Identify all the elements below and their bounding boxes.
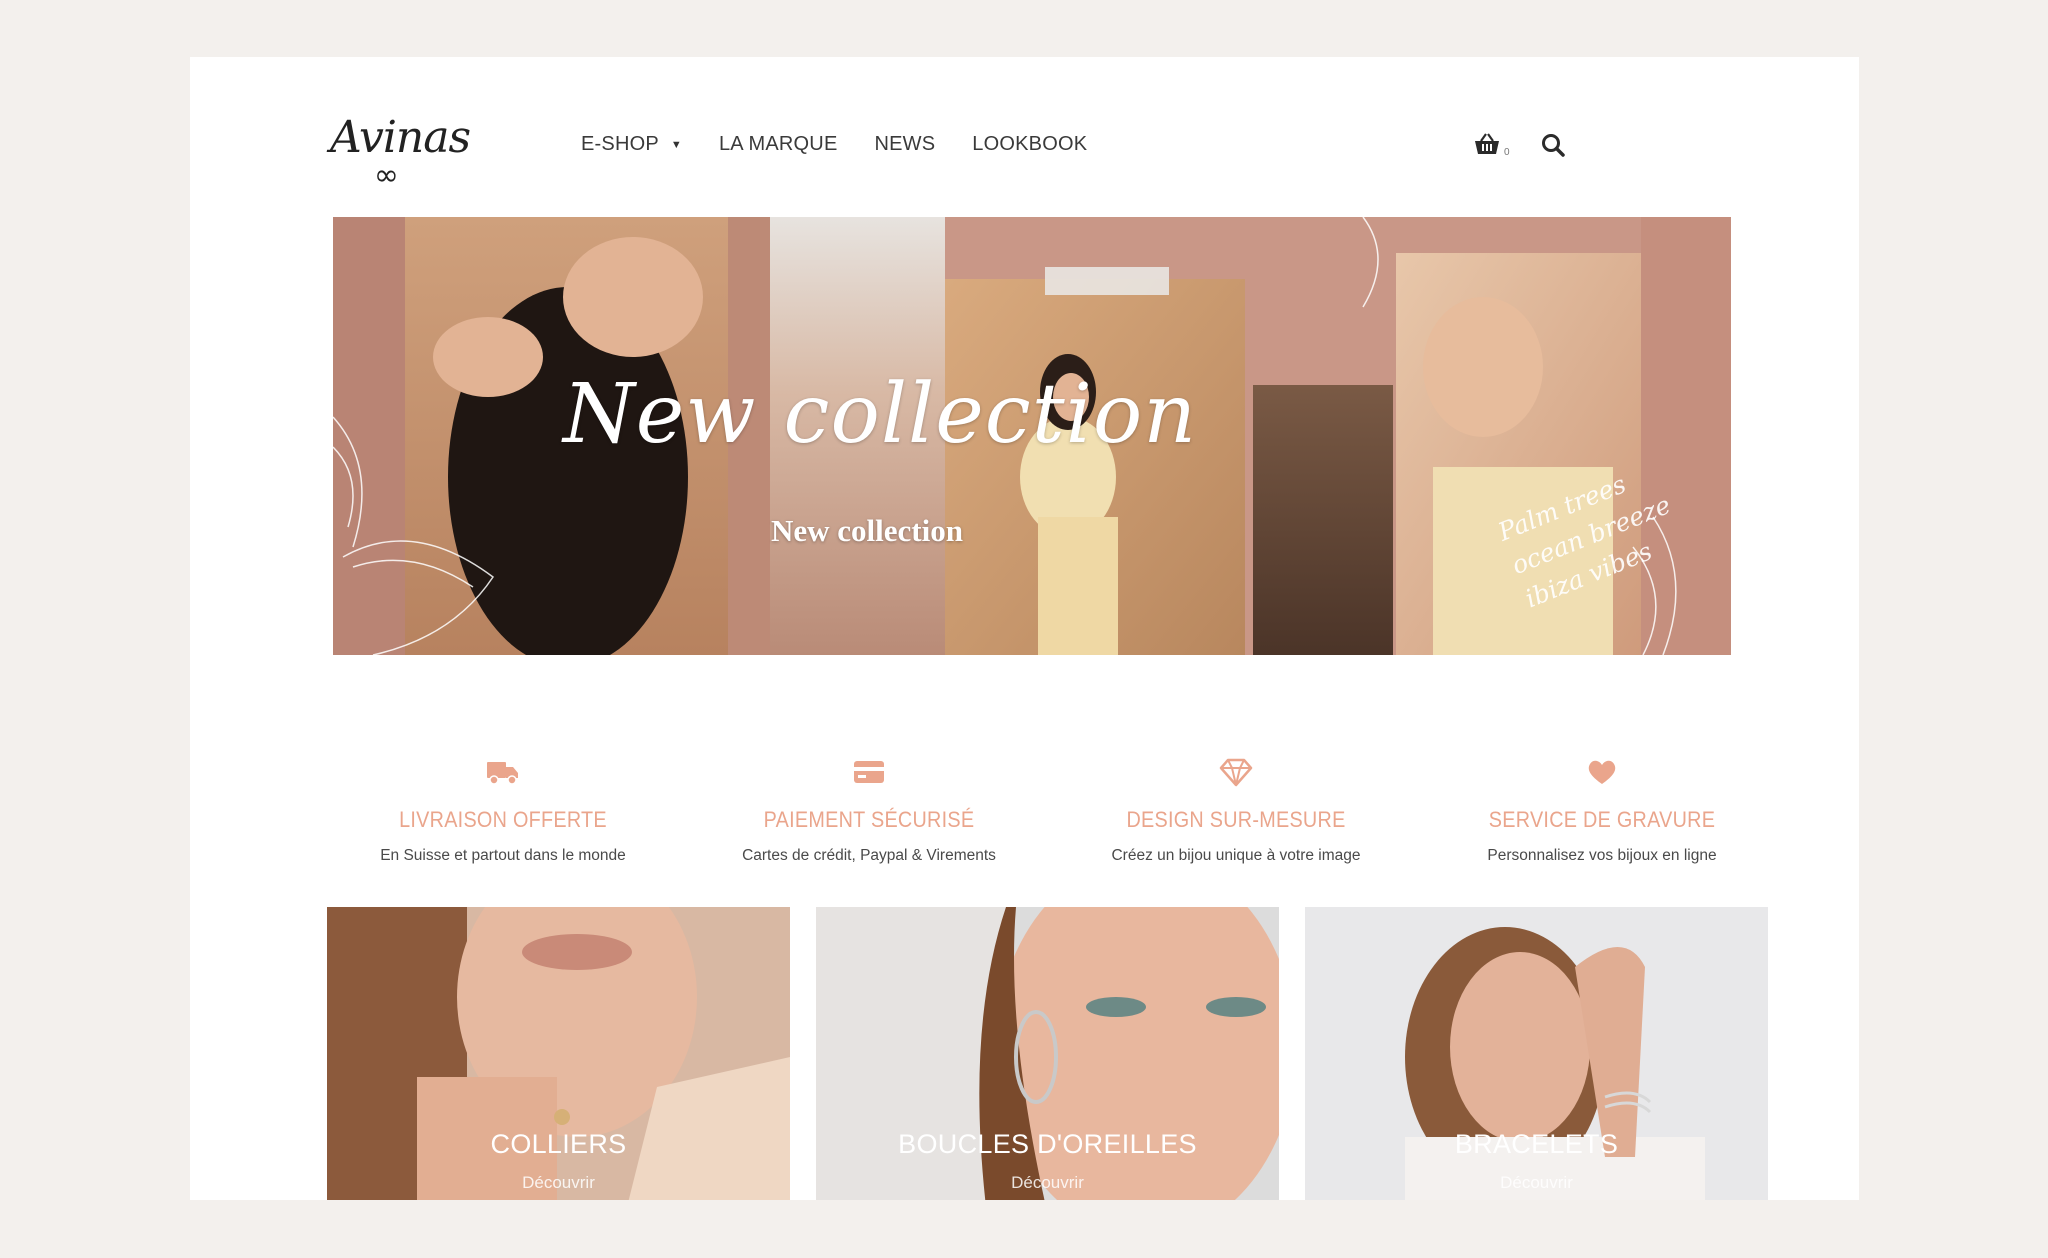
- category-title: BOUCLES D'OREILLES: [898, 1129, 1197, 1159]
- feature-desc: En Suisse et partout dans le monde: [380, 847, 626, 864]
- category-title: COLLIERS: [490, 1129, 627, 1159]
- credit-card-icon: [852, 757, 886, 787]
- hero-script-title: New collection: [563, 367, 1198, 462]
- category-title: BRACELETS: [1454, 1129, 1619, 1159]
- caret-down-icon: ▼: [670, 138, 682, 151]
- heart-icon: [1585, 757, 1619, 787]
- site-header: Avinas ∞ E-SHOP ▼ LA MARQUE NEWS LOOKBOO…: [190, 57, 1859, 217]
- hero-subtitle: New collection: [771, 513, 963, 548]
- category-card-colliers[interactable]: COLLIERS Découvrir: [327, 907, 790, 1200]
- feature-desc: Personnalisez vos bijoux en ligne: [1487, 847, 1717, 864]
- infinity-icon: ∞: [374, 158, 399, 193]
- feature-gravure: SERVICE DE GRAVURE Personnalisez vos bij…: [1432, 757, 1772, 865]
- nav-item-label: E-SHOP: [581, 133, 659, 155]
- feature-title: DESIGN SUR-MESURE: [1126, 807, 1346, 832]
- features-row: LIVRAISON OFFERTE En Suisse et partout d…: [333, 757, 1793, 877]
- feature-design: DESIGN SUR-MESURE Créez un bijou unique …: [1066, 757, 1406, 865]
- truck-icon: [486, 757, 520, 787]
- page: Avinas ∞ E-SHOP ▼ LA MARQUE NEWS LOOKBOO…: [190, 57, 1859, 1200]
- nav-item-label: LOOKBOOK: [972, 133, 1088, 155]
- feature-title: PAIEMENT SÉCURISÉ: [763, 807, 975, 832]
- nav-item-news[interactable]: NEWS: [874, 133, 935, 156]
- diamond-icon: [1219, 757, 1253, 787]
- logo-text: Avinas: [330, 112, 471, 163]
- nav-item-label: NEWS: [874, 133, 936, 155]
- logo[interactable]: Avinas ∞: [330, 112, 471, 193]
- nav-item-eshop[interactable]: E-SHOP ▼: [581, 133, 682, 156]
- category-card-bracelets[interactable]: BRACELETS Découvrir: [1305, 907, 1768, 1200]
- feature-livraison: LIVRAISON OFFERTE En Suisse et partout d…: [333, 757, 673, 865]
- search-icon[interactable]: [1540, 132, 1568, 160]
- feature-title: SERVICE DE GRAVURE: [1488, 807, 1716, 832]
- nav-item-lookbook[interactable]: LOOKBOOK: [972, 133, 1087, 156]
- cart-count: 0: [1504, 147, 1510, 158]
- feature-desc: Cartes de crédit, Paypal & Virements: [742, 847, 996, 864]
- feature-paiement: PAIEMENT SÉCURISÉ Cartes de crédit, Payp…: [699, 757, 1039, 865]
- feature-desc: Créez un bijou unique à votre image: [1111, 847, 1361, 864]
- category-link[interactable]: Découvrir: [1305, 1173, 1768, 1193]
- category-card-boucles[interactable]: BOUCLES D'OREILLES Découvrir: [816, 907, 1279, 1200]
- hero-banner[interactable]: New collection New collection Palm trees…: [333, 217, 1731, 655]
- nav-item-la-marque[interactable]: LA MARQUE: [719, 133, 838, 156]
- category-link[interactable]: Découvrir: [816, 1173, 1279, 1193]
- feature-title: LIVRAISON OFFERTE: [399, 807, 607, 832]
- main-nav: E-SHOP ▼ LA MARQUE NEWS LOOKBOOK: [581, 133, 1124, 156]
- category-link[interactable]: Découvrir: [327, 1173, 790, 1193]
- nav-item-label: LA MARQUE: [718, 133, 838, 155]
